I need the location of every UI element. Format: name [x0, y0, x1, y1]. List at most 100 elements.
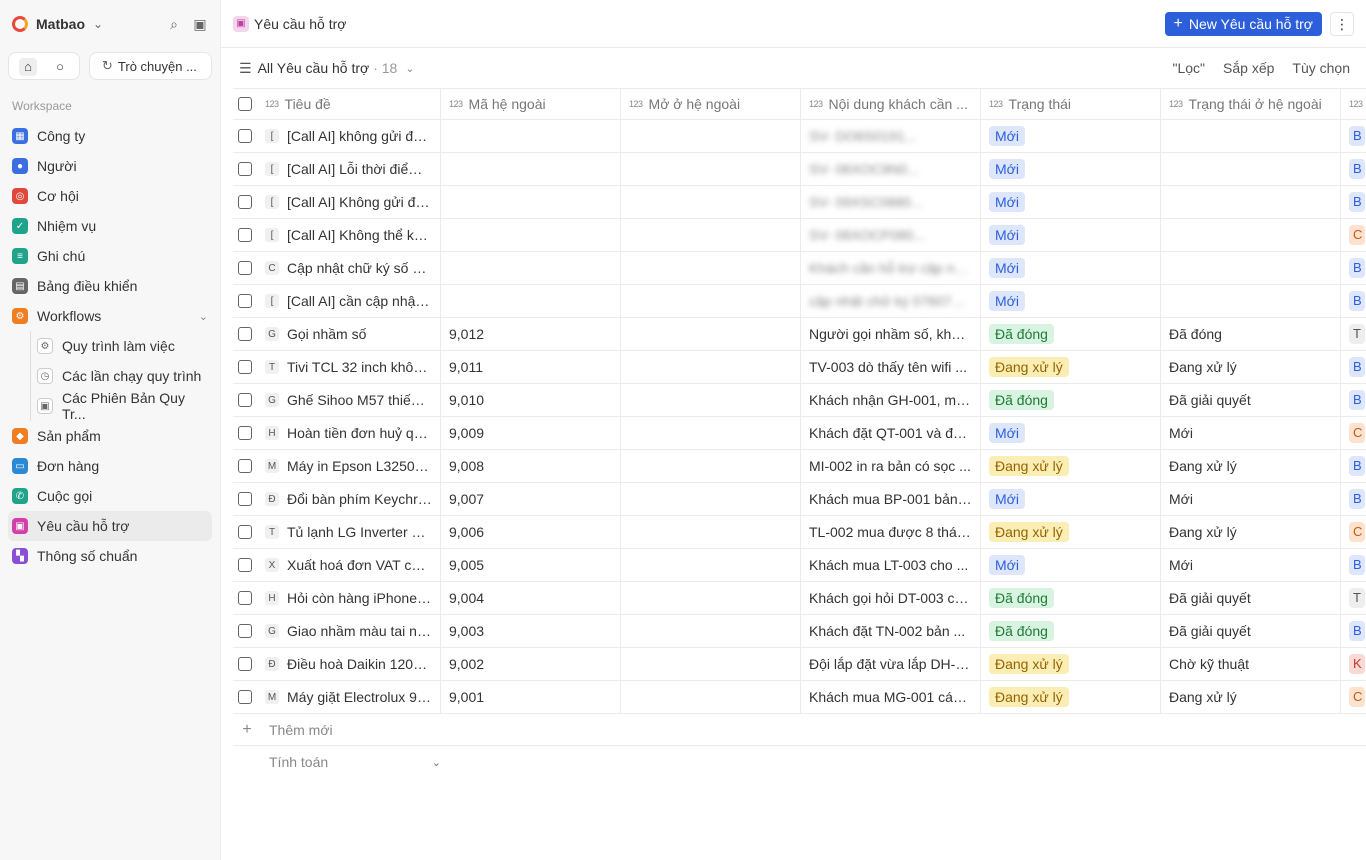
- title-cell[interactable]: [[Call AI] không gửi đượ...: [257, 120, 441, 152]
- status-cell[interactable]: Đang xử lý: [981, 351, 1161, 383]
- external-status-cell[interactable]: Đã giải quyết: [1161, 384, 1341, 416]
- row-checkbox[interactable]: [238, 129, 252, 143]
- content-cell[interactable]: SV- DO6S0191...: [801, 120, 981, 152]
- status-cell[interactable]: Đã đóng: [981, 615, 1161, 647]
- title-cell[interactable]: [[Call AI] cần cập nhật c...: [257, 285, 441, 317]
- chevron-down-icon[interactable]: ⌄: [199, 310, 208, 323]
- external-code-cell[interactable]: 9,003: [441, 615, 621, 647]
- table-row[interactable]: C Cập nhật chữ ký số mớ... Khách cần hỗ tr…: [233, 252, 1366, 285]
- calculate-row[interactable]: Tính toán ⌄: [233, 746, 441, 778]
- external-status-cell[interactable]: Đã giải quyết: [1161, 615, 1341, 647]
- status-cell[interactable]: Đã đóng: [981, 582, 1161, 614]
- content-cell[interactable]: Khách đặt QT-001 và đã ...: [801, 417, 981, 449]
- column-header[interactable]: 123 Mở ở hệ ngoài: [621, 89, 801, 119]
- table-row[interactable]: M Máy in Epson L3250 in... 9,008 MI-002 in …: [233, 450, 1366, 483]
- row-checkbox[interactable]: [238, 294, 252, 308]
- content-cell[interactable]: SV- 06XOC9N0...: [801, 153, 981, 185]
- external-code-cell[interactable]: [441, 153, 621, 185]
- row-checkbox[interactable]: [238, 426, 252, 440]
- status-cell[interactable]: Đang xử lý: [981, 450, 1161, 482]
- row-checkbox[interactable]: [238, 393, 252, 407]
- search-icon[interactable]: ⌕: [164, 14, 184, 34]
- table-row[interactable]: [[Call AI] Lỗi thời điểm k... SV- 06XOC9N…: [233, 153, 1366, 186]
- external-status-cell[interactable]: [1161, 285, 1341, 317]
- status-cell[interactable]: Mới: [981, 549, 1161, 581]
- external-code-cell[interactable]: [441, 285, 621, 317]
- external-code-cell[interactable]: 9,006: [441, 516, 621, 548]
- status-cell[interactable]: Mới: [981, 483, 1161, 515]
- workspace-switcher[interactable]: Matbao ⌄: [0, 0, 220, 48]
- row-checkbox[interactable]: [238, 492, 252, 506]
- row-checkbox[interactable]: [238, 558, 252, 572]
- status-cell[interactable]: Mới: [981, 186, 1161, 218]
- table-row[interactable]: X Xuất hoá đơn VAT cho ... 9,005 Khách mua …: [233, 549, 1366, 582]
- content-cell[interactable]: TV-003 dò thấy tên wifi ...: [801, 351, 981, 383]
- content-cell[interactable]: MI-002 in ra bản có sọc ...: [801, 450, 981, 482]
- table-row[interactable]: [[Call AI] cần cập nhật c... cập nhật chữ…: [233, 285, 1366, 318]
- next-column-cell[interactable]: C: [1341, 681, 1366, 713]
- external-status-cell[interactable]: [1161, 120, 1341, 152]
- sidebar-item-phone[interactable]: ✆ Cuộc gọi: [8, 481, 212, 511]
- external-code-cell[interactable]: 9,008: [441, 450, 621, 482]
- next-column-cell[interactable]: B: [1341, 252, 1366, 284]
- table-row[interactable]: H Hỏi còn hàng iPhone 1... 9,004 Khách gọi …: [233, 582, 1366, 615]
- column-header[interactable]: 123 Trạng thái: [981, 89, 1161, 119]
- row-checkbox[interactable]: [238, 624, 252, 638]
- external-code-cell[interactable]: [441, 186, 621, 218]
- table-row[interactable]: M Máy giặt Electrolux 9k... 9,001 Khách mua…: [233, 681, 1366, 714]
- external-code-cell[interactable]: [441, 252, 621, 284]
- status-cell[interactable]: Đã đóng: [981, 318, 1161, 350]
- sidebar-item-history[interactable]: ◷ Các lần chạy quy trình: [8, 361, 212, 391]
- next-column-cell[interactable]: B: [1341, 615, 1366, 647]
- external-status-cell[interactable]: Đang xử lý: [1161, 351, 1341, 383]
- open-external-cell[interactable]: [621, 153, 801, 185]
- external-code-cell[interactable]: 9,011: [441, 351, 621, 383]
- open-external-cell[interactable]: [621, 285, 801, 317]
- next-column-cell[interactable]: T: [1341, 318, 1366, 350]
- next-column-cell[interactable]: B: [1341, 285, 1366, 317]
- external-code-cell[interactable]: 9,004: [441, 582, 621, 614]
- external-code-cell[interactable]: [441, 120, 621, 152]
- title-cell[interactable]: [[Call AI] Không gửi đư...: [257, 186, 441, 218]
- row-checkbox[interactable]: [238, 459, 252, 473]
- content-cell[interactable]: SV- 09XSC0880...: [801, 186, 981, 218]
- open-external-cell[interactable]: [621, 384, 801, 416]
- content-cell[interactable]: cập nhật chữ ký 07607DE...: [801, 285, 981, 317]
- status-cell[interactable]: Đang xử lý: [981, 681, 1161, 713]
- external-status-cell[interactable]: [1161, 153, 1341, 185]
- home-icon[interactable]: ⌂: [19, 58, 37, 76]
- open-external-cell[interactable]: [621, 219, 801, 251]
- new-ticket-button[interactable]: + New Yêu cầu hỗ trợ: [1164, 12, 1322, 36]
- external-code-cell[interactable]: 9,005: [441, 549, 621, 581]
- external-code-cell[interactable]: 9,009: [441, 417, 621, 449]
- table-row[interactable]: G Ghế Sihoo M57 thiếu ố... 9,010 Khách nhận…: [233, 384, 1366, 417]
- external-status-cell[interactable]: Mới: [1161, 483, 1341, 515]
- more-options-icon[interactable]: ⋮: [1330, 12, 1354, 36]
- row-checkbox[interactable]: [238, 261, 252, 275]
- row-checkbox[interactable]: [238, 690, 252, 704]
- open-external-cell[interactable]: [621, 483, 801, 515]
- title-cell[interactable]: T Tủ lạnh LG Inverter 26...: [257, 516, 441, 548]
- external-code-cell[interactable]: 9,002: [441, 648, 621, 680]
- sidebar-item-cart[interactable]: ▭ Đơn hàng: [8, 451, 212, 481]
- sidebar-item-ticket[interactable]: ▣ Yêu cầu hỗ trợ: [8, 511, 212, 541]
- row-checkbox[interactable]: [238, 228, 252, 242]
- status-cell[interactable]: Mới: [981, 153, 1161, 185]
- next-column-cell[interactable]: B: [1341, 483, 1366, 515]
- sidebar-item-workflow[interactable]: ⚙ Workflows ⌄: [8, 301, 212, 331]
- row-checkbox[interactable]: [238, 591, 252, 605]
- external-status-cell[interactable]: [1161, 219, 1341, 251]
- next-column-cell[interactable]: B: [1341, 450, 1366, 482]
- open-external-cell[interactable]: [621, 120, 801, 152]
- content-cell[interactable]: Khách mua LT-003 cho ...: [801, 549, 981, 581]
- external-code-cell[interactable]: 9,010: [441, 384, 621, 416]
- add-record-row[interactable]: + Thêm mới: [233, 714, 1366, 746]
- content-cell[interactable]: Khách cần hỗ trợ cập nhật...: [801, 252, 981, 284]
- external-status-cell[interactable]: Đang xử lý: [1161, 681, 1341, 713]
- status-cell[interactable]: Đang xử lý: [981, 648, 1161, 680]
- table-row[interactable]: [[Call AI] không gửi đượ... SV- DO6S0191.…: [233, 120, 1366, 153]
- table-row[interactable]: Đ Điều hoà Daikin 12000... 9,002 Đội lắp đặ…: [233, 648, 1366, 681]
- title-cell[interactable]: M Máy in Epson L3250 in...: [257, 450, 441, 482]
- external-code-cell[interactable]: 9,001: [441, 681, 621, 713]
- table-row[interactable]: [[Call AI] Không gửi đư... SV- 09XSC0880.…: [233, 186, 1366, 219]
